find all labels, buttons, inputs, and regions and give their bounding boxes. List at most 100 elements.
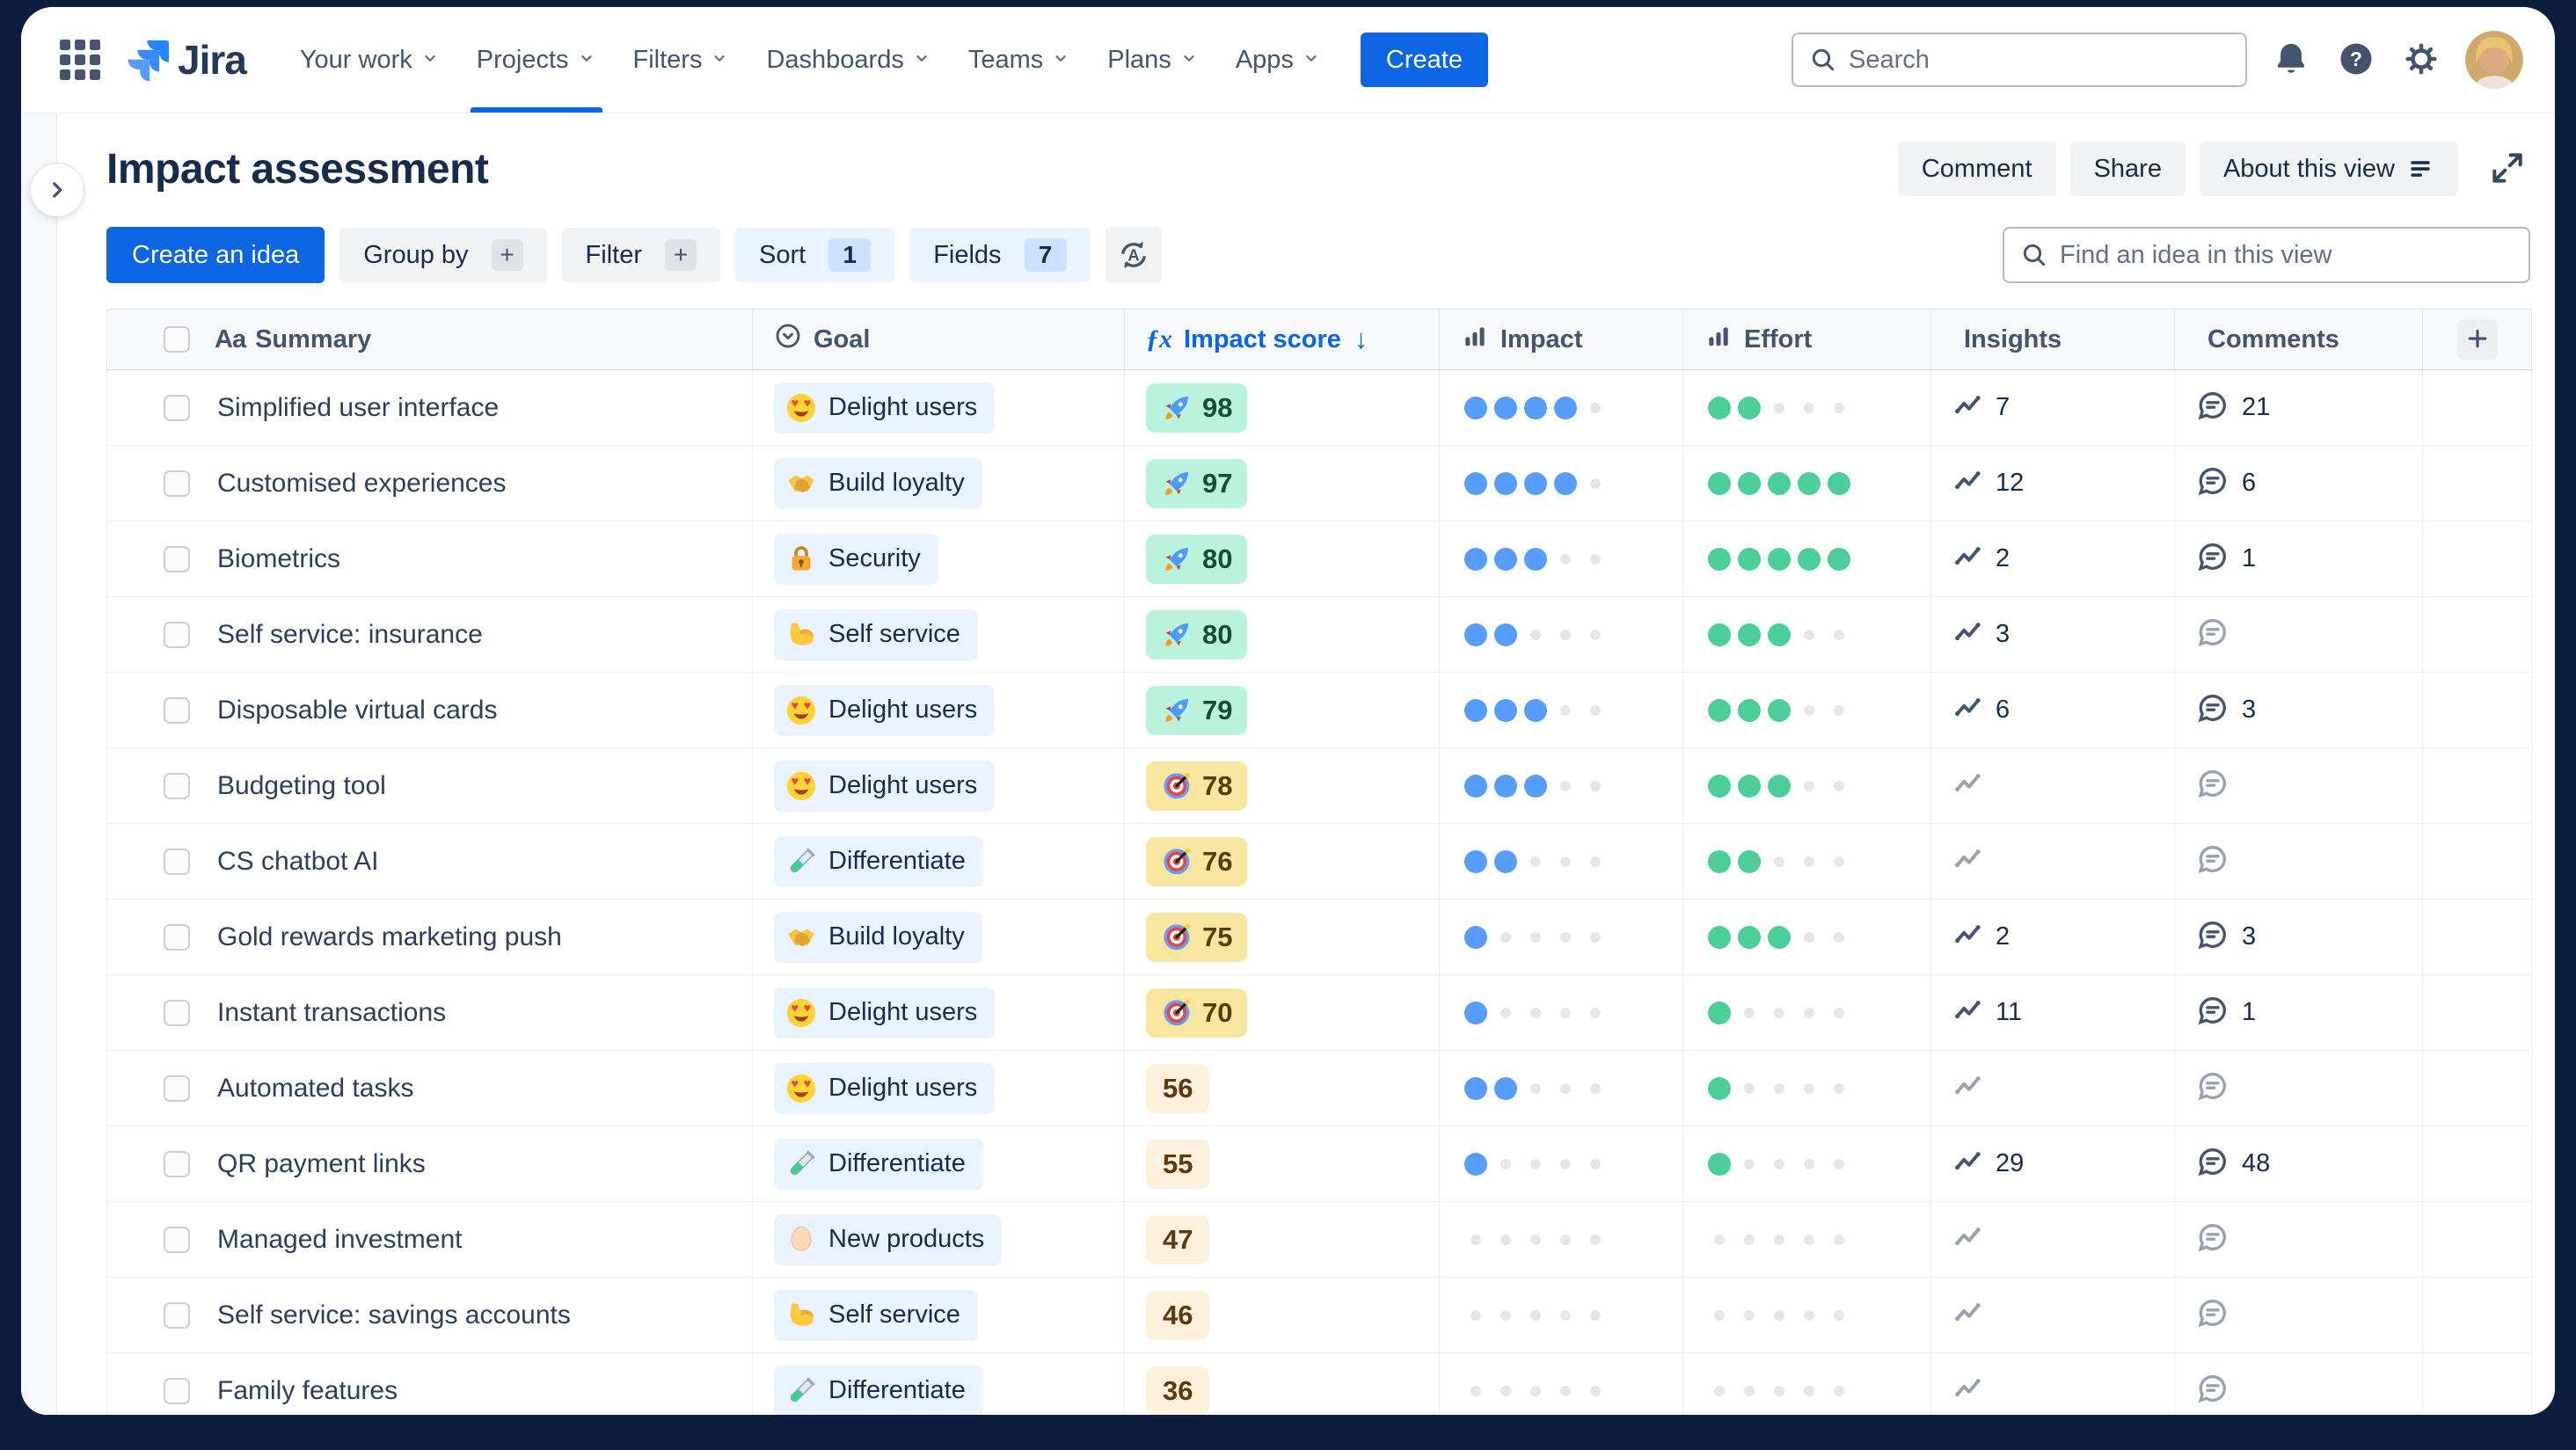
summary-cell[interactable]: Gold rewards marketing push (107, 900, 753, 974)
comments-cell[interactable]: 1 (2175, 521, 2423, 596)
comments-cell[interactable]: 1 (2175, 975, 2423, 1050)
rating-dots[interactable] (1704, 469, 1854, 499)
effort-cell[interactable] (1683, 1278, 1931, 1352)
goal-badge[interactable]: ♥ ♥ Delight users (774, 684, 996, 736)
impact-score-badge[interactable]: 78 (1146, 761, 1248, 811)
row-checkbox[interactable] (164, 1226, 190, 1253)
insights-cell[interactable]: 7 (1931, 370, 2175, 445)
effort-cell[interactable] (1683, 1353, 1931, 1415)
summary-cell[interactable]: Family features (107, 1353, 753, 1415)
table-row[interactable]: Budgeting tool ♥ ♥ Delight users 78 (107, 748, 2532, 824)
impact-cell[interactable] (1440, 1202, 1683, 1277)
insights-cell[interactable] (1931, 1278, 2175, 1352)
table-row[interactable]: Simplified user interface ♥ ♥ Delight users… (107, 370, 2532, 446)
effort-cell[interactable] (1683, 521, 1931, 596)
goal-cell[interactable]: ♥ ♥ Delight users (753, 370, 1125, 445)
table-row[interactable]: Self service: insurance Self service 80 3 (107, 597, 2532, 673)
global-search-input[interactable]: Search (1792, 33, 2247, 87)
rating-dots[interactable] (1461, 1149, 1610, 1179)
goal-badge[interactable]: Security (774, 533, 938, 585)
impact-cell[interactable] (1440, 673, 1683, 747)
effort-cell[interactable] (1683, 900, 1931, 974)
expand-sidebar-button[interactable] (30, 163, 84, 217)
impact-score-cell[interactable]: 98 (1125, 370, 1440, 445)
impact-score-badge[interactable]: 98 (1146, 383, 1248, 433)
nav-item-filters[interactable]: Filters (615, 7, 748, 113)
nav-item-teams[interactable]: Teams (950, 7, 1089, 113)
row-checkbox[interactable] (164, 545, 190, 572)
impact-cell[interactable] (1440, 1353, 1683, 1415)
impact-score-badge[interactable]: 80 (1146, 609, 1248, 659)
insights-cell[interactable] (1931, 1353, 2175, 1415)
table-row[interactable]: Automated tasks ♥ ♥ Delight users 56 (107, 1051, 2532, 1126)
table-row[interactable]: Disposable virtual cards ♥ ♥ Delight users 7… (107, 673, 2532, 748)
table-row[interactable]: Instant transactions ♥ ♥ Delight users 70 11 1 (107, 975, 2532, 1051)
effort-cell[interactable] (1683, 1202, 1931, 1277)
row-checkbox[interactable] (164, 1377, 190, 1404)
sort-button[interactable]: Sort 1 (735, 228, 895, 282)
insights-cell[interactable] (1931, 1202, 2175, 1277)
goal-cell[interactable]: Build loyalty (753, 900, 1125, 974)
insights-cell[interactable]: 12 (1931, 446, 2175, 521)
table-row[interactable]: QR payment links Differentiate 55 29 48 (107, 1126, 2532, 1202)
comments-cell[interactable]: 48 (2175, 1126, 2423, 1201)
row-checkbox[interactable] (164, 696, 190, 724)
fullscreen-button[interactable] (2485, 146, 2530, 192)
goal-badge[interactable]: ♥ ♥ Delight users (774, 382, 996, 434)
goal-badge[interactable]: ♥ ♥ Delight users (774, 760, 996, 812)
nav-item-plans[interactable]: Plans (1089, 7, 1217, 113)
column-header-impact_score[interactable]: ƒx Impact score ↓ (1125, 310, 1440, 369)
comments-cell[interactable] (2175, 748, 2423, 823)
comments-cell[interactable]: 3 (2175, 900, 2423, 974)
add-column-button[interactable] (2456, 319, 2498, 360)
rating-dots[interactable] (1461, 469, 1610, 499)
goal-cell[interactable]: New products (753, 1202, 1125, 1277)
goal-cell[interactable]: Differentiate (753, 1126, 1125, 1201)
comments-cell[interactable]: 3 (2175, 673, 2423, 747)
collapsed-sidebar[interactable] (21, 113, 57, 1415)
impact-cell[interactable] (1440, 597, 1683, 672)
effort-cell[interactable] (1683, 975, 1931, 1050)
insights-cell[interactable]: 2 (1931, 521, 2175, 596)
comments-cell[interactable] (2175, 1353, 2423, 1415)
select-all-checkbox[interactable] (164, 326, 190, 353)
impact-score-badge[interactable]: 56 (1146, 1063, 1210, 1113)
insights-cell[interactable] (1931, 824, 2175, 899)
nav-item-apps[interactable]: Apps (1217, 7, 1339, 113)
summary-cell[interactable]: Customised experiences (107, 446, 753, 521)
impact-score-cell[interactable]: 55 (1125, 1126, 1440, 1201)
impact-score-cell[interactable]: 46 (1125, 1278, 1440, 1352)
goal-badge[interactable]: Self service (774, 1289, 978, 1341)
comments-cell[interactable] (2175, 597, 2423, 672)
rating-dots[interactable] (1704, 1074, 1854, 1104)
effort-cell[interactable] (1683, 1126, 1931, 1201)
rating-dots[interactable] (1704, 696, 1854, 725)
row-checkbox[interactable] (164, 470, 190, 497)
effort-cell[interactable] (1683, 1051, 1931, 1126)
help-button[interactable]: ? (2335, 39, 2377, 81)
impact-cell[interactable] (1440, 1051, 1683, 1126)
summary-cell[interactable]: Instant transactions (107, 975, 753, 1050)
find-idea-input[interactable]: Find an idea in this view (2003, 227, 2530, 283)
goal-cell[interactable]: ♥ ♥ Delight users (753, 1051, 1125, 1126)
goal-cell[interactable]: Self service (753, 597, 1125, 672)
app-switcher-button[interactable] (53, 33, 107, 87)
rating-dots[interactable] (1461, 544, 1610, 574)
row-checkbox[interactable] (164, 1150, 190, 1177)
rating-dots[interactable] (1704, 1376, 1854, 1406)
insights-cell[interactable]: 2 (1931, 900, 2175, 974)
goal-badge[interactable]: Differentiate (774, 1138, 983, 1190)
effort-cell[interactable] (1683, 597, 1931, 672)
rating-dots[interactable] (1461, 620, 1610, 650)
impact-cell[interactable] (1440, 824, 1683, 899)
goal-badge[interactable]: Self service (774, 608, 978, 660)
comments-cell[interactable]: 21 (2175, 370, 2423, 445)
summary-cell[interactable]: Self service: savings accounts (107, 1278, 753, 1352)
effort-cell[interactable] (1683, 748, 1931, 823)
impact-cell[interactable] (1440, 446, 1683, 521)
row-checkbox[interactable] (164, 394, 190, 421)
impact-score-cell[interactable]: 78 (1125, 748, 1440, 823)
impact-score-cell[interactable]: 75 (1125, 900, 1440, 974)
summary-cell[interactable]: CS chatbot AI (107, 824, 753, 899)
share-button[interactable]: Share (2069, 142, 2186, 196)
